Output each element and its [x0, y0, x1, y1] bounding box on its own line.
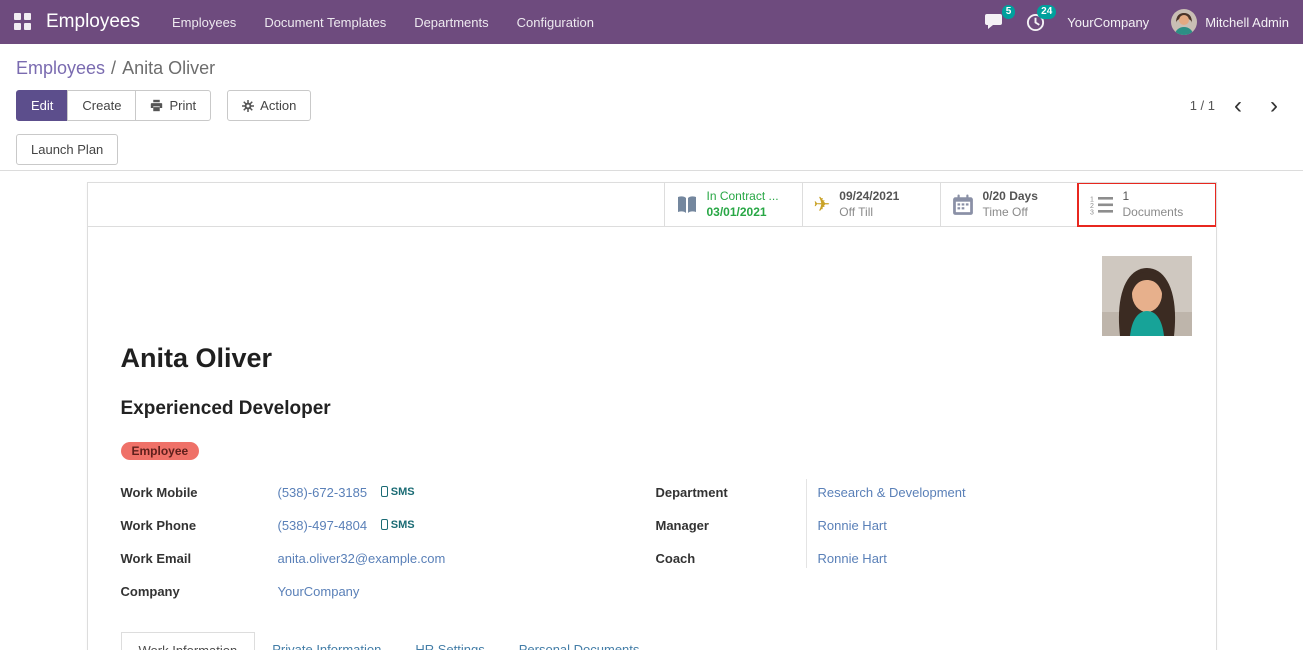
launch-plan-button[interactable]: Launch Plan [16, 134, 118, 165]
menu-configuration[interactable]: Configuration [517, 11, 594, 34]
top-navbar: Employees Employees Document Templates D… [0, 0, 1303, 44]
field-row-work-phone: Work Phone (538)-497-4804 SMS [121, 509, 656, 542]
stat-contract-date: 03/01/2021 [707, 205, 779, 221]
field-row-manager: Manager Ronnie Hart [656, 509, 1183, 542]
stat-button-time-off[interactable]: 0/20 Days Time Off [940, 183, 1078, 226]
employee-name: Anita Oliver [121, 343, 1183, 374]
employee-form-sheet: In Contract ... 03/01/2021 ✈ 09/24/2021 … [87, 182, 1217, 650]
breadcrumb: Employees / Anita Oliver [0, 44, 1303, 82]
print-label: Print [169, 98, 196, 113]
work-mobile-label: Work Mobile [121, 485, 278, 500]
sms-label: SMS [391, 519, 415, 531]
activities-badge: 24 [1037, 5, 1056, 19]
tab-work-information[interactable]: Work Information [121, 632, 256, 650]
stat-button-bar: In Contract ... 03/01/2021 ✈ 09/24/2021 … [88, 183, 1216, 227]
pager-value[interactable]: 1 / 1 [1190, 98, 1215, 113]
work-email-label: Work Email [121, 551, 278, 566]
manager-value[interactable]: Ronnie Hart [818, 518, 887, 533]
job-title: Experienced Developer [121, 398, 1183, 420]
field-row-work-mobile: Work Mobile (538)-672-3185 SMS [121, 476, 656, 509]
employee-tag: Employee [121, 442, 200, 460]
app-name[interactable]: Employees [46, 11, 140, 33]
mobile-phone-icon [381, 519, 388, 530]
department-value[interactable]: Research & Development [818, 485, 966, 500]
control-panel-buttons: Edit Create Print Action 1 / 1 ‹ › [0, 82, 1303, 121]
activities-button[interactable]: 24 [1026, 13, 1045, 32]
action-label: Action [260, 98, 296, 113]
coach-value[interactable]: Ronnie Hart [818, 551, 887, 566]
chat-bubble-icon [984, 13, 1004, 31]
work-phone-value[interactable]: (538)-497-4804 [278, 518, 368, 533]
menu-departments[interactable]: Departments [414, 11, 488, 34]
pager: 1 / 1 ‹ › [1190, 96, 1287, 116]
create-button[interactable]: Create [67, 90, 136, 121]
stat-button-documents[interactable]: 123 1 Documents [1078, 183, 1216, 226]
sms-label: SMS [391, 486, 415, 498]
gear-icon [242, 100, 254, 112]
book-icon [676, 195, 698, 215]
action-button[interactable]: Action [227, 90, 311, 121]
calendar-icon [952, 194, 974, 216]
messages-badge: 5 [1002, 5, 1016, 19]
tab-hr-settings[interactable]: HR Settings [398, 632, 501, 650]
employee-photo [1102, 256, 1192, 336]
breadcrumb-parent[interactable]: Employees [16, 58, 105, 78]
tab-private-information[interactable]: Private Information [255, 632, 398, 650]
department-label: Department [656, 485, 806, 500]
app-menu: Employees Document Templates Departments… [172, 11, 594, 34]
breadcrumb-separator: / [111, 58, 116, 78]
field-row-coach: Coach Ronnie Hart [656, 542, 1183, 575]
user-menu[interactable]: Mitchell Admin [1205, 15, 1289, 30]
tab-personal-documents[interactable]: Personal Documents [502, 632, 657, 650]
work-email-value[interactable]: anita.oliver32@example.com [278, 551, 446, 566]
user-avatar[interactable] [1171, 9, 1197, 35]
stat-off-till-label: Off Till [839, 205, 899, 221]
menu-employees[interactable]: Employees [172, 11, 236, 34]
work-mobile-value[interactable]: (538)-672-3185 [278, 485, 368, 500]
left-field-column: Work Mobile (538)-672-3185 SMS Work Phon… [121, 476, 656, 608]
stat-time-off-days: 0/20 Days [983, 189, 1038, 205]
pager-next-icon[interactable]: › [1261, 96, 1287, 116]
company-value[interactable]: YourCompany [278, 584, 360, 599]
sms-button[interactable]: SMS [381, 519, 415, 531]
print-button[interactable]: Print [135, 90, 211, 121]
field-row-department: Department Research & Development [656, 476, 1183, 509]
ordered-list-icon: 123 [1090, 195, 1114, 215]
menu-document-templates[interactable]: Document Templates [264, 11, 386, 34]
mobile-phone-icon [381, 486, 388, 497]
printer-icon [150, 99, 163, 112]
plane-icon: ✈ [814, 195, 831, 215]
messages-button[interactable]: 5 [984, 13, 1004, 31]
employee-photo-image [1102, 256, 1192, 336]
launch-plan-row: Launch Plan [0, 121, 1303, 171]
stat-button-off-till[interactable]: ✈ 09/24/2021 Off Till [802, 183, 940, 226]
edit-button[interactable]: Edit [16, 90, 68, 121]
pager-previous-icon[interactable]: ‹ [1225, 96, 1251, 116]
company-label: Company [121, 584, 278, 599]
stat-contract-label: In Contract ... [707, 189, 779, 205]
stat-documents-label: Documents [1123, 205, 1184, 221]
sheet-body: Anita Oliver Experienced Developer Emplo… [88, 343, 1216, 650]
apps-menu-icon[interactable] [14, 13, 32, 31]
field-columns: Work Mobile (538)-672-3185 SMS Work Phon… [121, 476, 1183, 608]
work-phone-label: Work Phone [121, 518, 278, 533]
field-row-work-email: Work Email anita.oliver32@example.com [121, 542, 656, 575]
breadcrumb-current: Anita Oliver [122, 58, 215, 78]
avatar-image [1171, 9, 1197, 35]
systray: 5 24 YourCompany Mitchell Admin [984, 9, 1289, 35]
stat-documents-count: 1 [1123, 189, 1184, 205]
stat-button-contract[interactable]: In Contract ... 03/01/2021 [664, 183, 802, 226]
sms-button[interactable]: SMS [381, 486, 415, 498]
right-field-column: Department Research & Development Manage… [656, 476, 1183, 608]
manager-label: Manager [656, 518, 806, 533]
field-row-company: Company YourCompany [121, 575, 656, 608]
stat-time-off-label: Time Off [983, 205, 1038, 221]
svg-text:3: 3 [1090, 209, 1094, 215]
notebook-tabs: Work Information Private Information HR … [121, 632, 1183, 650]
company-switcher[interactable]: YourCompany [1067, 15, 1149, 30]
coach-label: Coach [656, 551, 806, 566]
form-view: In Contract ... 03/01/2021 ✈ 09/24/2021 … [0, 171, 1303, 650]
stat-off-till-date: 09/24/2021 [839, 189, 899, 205]
